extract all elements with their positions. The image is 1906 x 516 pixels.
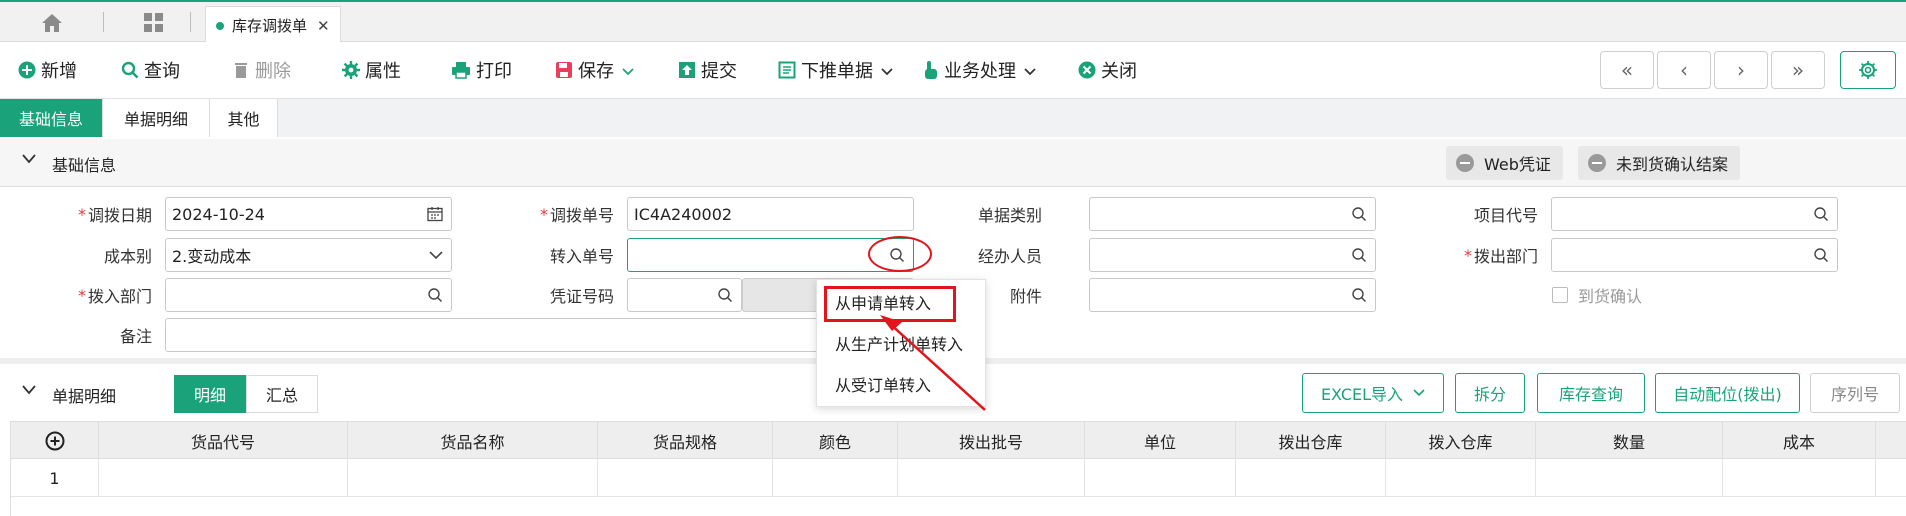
annotation-arrow xyxy=(880,315,986,411)
